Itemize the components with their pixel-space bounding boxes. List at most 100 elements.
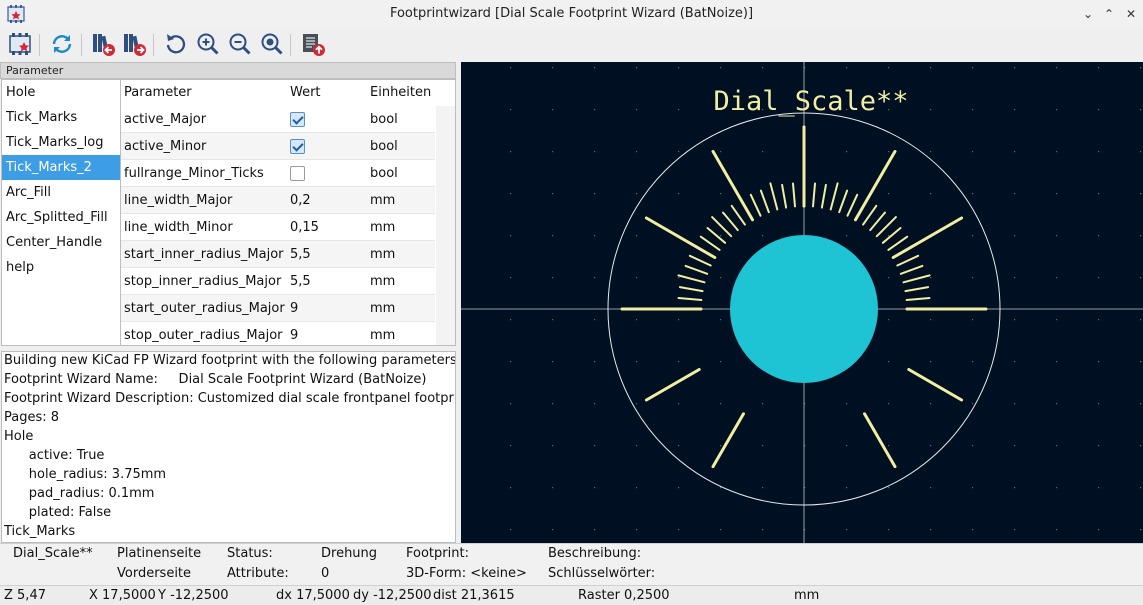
export-footprint-icon[interactable] <box>299 30 327 58</box>
grid-dot <box>1056 403 1058 405</box>
grid-dot <box>594 361 596 363</box>
grid-dot <box>930 67 932 69</box>
parameter-checkbox[interactable] <box>290 166 305 181</box>
page-item-tick-marks-log[interactable]: Tick_Marks_log <box>2 130 120 155</box>
grid-dot <box>678 277 680 279</box>
parameter-value[interactable]: 9 <box>290 301 298 316</box>
page-item-hole[interactable]: Hole <box>2 80 120 105</box>
grid-dot <box>1140 487 1142 489</box>
grid-dot <box>1098 361 1100 363</box>
page-item-center-handle[interactable]: Center_Handle <box>2 230 120 255</box>
column-header-value[interactable]: Wert <box>290 85 321 100</box>
page-item-tick-marks-2[interactable]: Tick_Marks_2 <box>2 155 120 180</box>
grid-dot <box>846 67 848 69</box>
grid-dot <box>678 487 680 489</box>
scale-tick <box>730 204 746 226</box>
grid-dot <box>1098 403 1100 405</box>
zoom-fit-icon[interactable] <box>258 30 286 58</box>
grid-dot <box>1014 67 1016 69</box>
refresh-icon[interactable] <box>48 30 76 58</box>
status-rotation-value: 0 <box>321 566 330 581</box>
grid-dot <box>636 277 638 279</box>
grid-dot <box>720 319 722 321</box>
status-reference: Dial_Scale** <box>13 546 93 561</box>
grid-dot <box>720 67 722 69</box>
grid-dot <box>1056 487 1058 489</box>
grid-dot <box>678 529 680 531</box>
column-header-units[interactable]: Einheiten <box>370 85 431 100</box>
parameter-row[interactable]: active_Minor bool <box>121 133 435 160</box>
scale-tick <box>706 227 727 244</box>
parameter-row[interactable]: line_width_Minor 0,15 mm <box>121 214 435 241</box>
parameter-checkbox[interactable] <box>290 112 305 127</box>
parameter-row[interactable]: line_width_Major 0,2 mm <box>121 187 435 214</box>
grid-dot <box>720 361 722 363</box>
page-item-arc-splitted-fill[interactable]: Arc_Splitted_Fill <box>2 205 120 230</box>
parameter-grid: Parameter Wert Einheiten active_Major boo… <box>121 79 456 346</box>
library-prev-icon[interactable] <box>89 30 117 58</box>
parameter-row[interactable]: stop_outer_radius_Major 9 mm <box>121 322 435 345</box>
grid-dot <box>1140 319 1142 321</box>
toolbar-separator <box>81 34 82 56</box>
parameter-name: line_width_Minor <box>124 220 233 235</box>
status-bar: Dial_Scale** Platinenseite Vorderseite S… <box>0 543 1143 585</box>
parameter-row[interactable]: stop_inner_radius_Major 5,5 mm <box>121 268 435 295</box>
page-item-arc-fill[interactable]: Arc_Fill <box>2 180 120 205</box>
footprint-wizard-icon[interactable] <box>6 30 34 58</box>
zoom-out-icon[interactable] <box>226 30 254 58</box>
grid-dot <box>636 487 638 489</box>
grid-dot <box>972 67 974 69</box>
grid-dot <box>1140 445 1142 447</box>
maximize-button[interactable]: ⌃ <box>1099 4 1119 24</box>
grid-scrollbar[interactable] <box>436 106 455 345</box>
grid-dot <box>636 361 638 363</box>
grid-dot <box>1056 319 1058 321</box>
parameter-value[interactable]: 9 <box>290 328 298 343</box>
grid-dot <box>552 193 554 195</box>
grid-dot <box>1098 235 1100 237</box>
parameter-name: active_Major <box>124 112 207 127</box>
parameter-row[interactable]: start_outer_radius_Major 9 mm <box>121 295 435 322</box>
grid-dot <box>888 277 890 279</box>
parameter-row[interactable]: start_inner_radius_Major 5,5 mm <box>121 241 435 268</box>
log-line: Footprint Wizard Name: Dial Scale Footpr… <box>4 372 427 387</box>
grid-dot <box>1056 235 1058 237</box>
page-item-tick-marks[interactable]: Tick_Marks <box>2 105 120 130</box>
parameter-units: mm <box>370 220 396 235</box>
grid-dot <box>1140 235 1142 237</box>
parameter-units: mm <box>370 247 396 262</box>
log-line: active: True <box>4 448 105 463</box>
scale-tick <box>838 189 849 214</box>
parameter-units: bool <box>370 139 398 154</box>
grid-dot <box>1014 151 1016 153</box>
parameter-value[interactable]: 5,5 <box>290 247 311 262</box>
minimize-button[interactable]: ⌄ <box>1078 4 1098 24</box>
close-button[interactable]: ✕ <box>1121 4 1141 24</box>
scale-tick <box>677 297 703 301</box>
column-header-parameter[interactable]: Parameter <box>124 85 192 100</box>
scale-tick <box>769 182 779 211</box>
parameter-checkbox[interactable] <box>290 139 305 154</box>
library-next-icon[interactable] <box>120 30 148 58</box>
page-item-help[interactable]: help <box>2 255 120 280</box>
grid-dot <box>1056 109 1058 111</box>
grid-dot <box>888 529 890 531</box>
grid-dot <box>510 487 512 489</box>
zoom-in-icon[interactable] <box>194 30 222 58</box>
scale-tick <box>902 274 931 284</box>
scale-tick <box>854 149 897 222</box>
status-attributes-label: Attribute: <box>227 566 289 581</box>
parameter-row[interactable]: active_Major bool <box>121 106 435 133</box>
status-status-label: Status: <box>227 546 273 561</box>
grid-dot <box>762 403 764 405</box>
parameter-units: mm <box>370 193 396 208</box>
parameter-row[interactable]: fullrange_Minor_Ticks bool <box>121 160 435 187</box>
parameter-value[interactable]: 0,2 <box>290 193 311 208</box>
grid-dot <box>762 529 764 531</box>
grid-dot <box>1014 235 1016 237</box>
parameter-value[interactable]: 5,5 <box>290 274 311 289</box>
grid-dot <box>1056 151 1058 153</box>
footprint-preview-canvas[interactable]: Dial_Scale** <box>461 62 1143 543</box>
parameter-value[interactable]: 0,15 <box>290 220 319 235</box>
redraw-icon[interactable] <box>162 30 190 58</box>
